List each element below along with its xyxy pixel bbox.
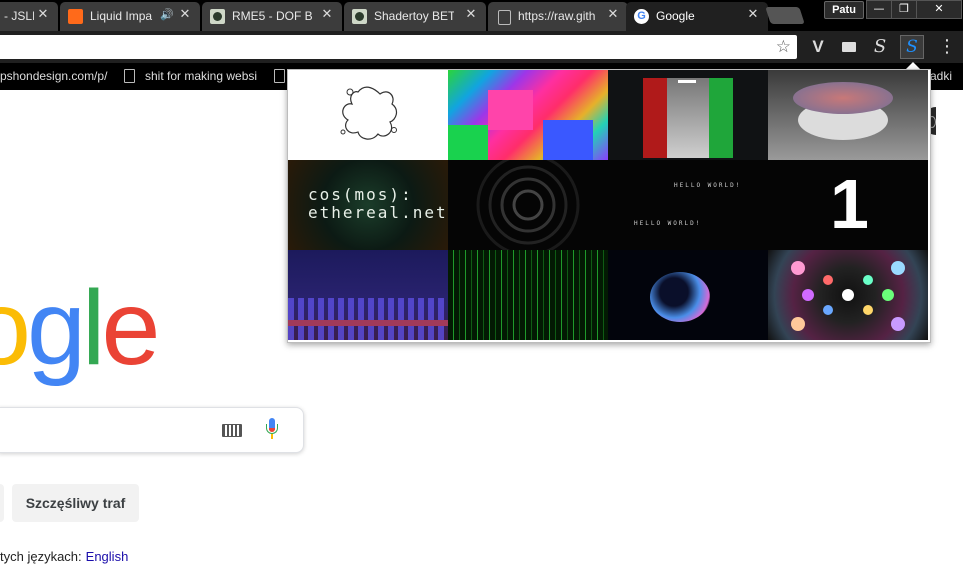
tab-liquid-impact[interactable]: Liquid Impa 🔊 ✕ — [60, 2, 200, 31]
white-blob-art — [340, 86, 398, 140]
close-tab-icon[interactable]: ✕ — [606, 7, 620, 23]
close-tab-icon[interactable]: ✕ — [746, 7, 760, 23]
profile-button[interactable]: Patu — [824, 1, 864, 19]
google-logo: ogle — [0, 269, 160, 387]
logo-letter: l — [81, 269, 105, 387]
tab-title: RME5 - DOF BL — [232, 9, 312, 23]
thumbnail-metallic-sculpture[interactable] — [768, 70, 928, 160]
vivaldi-extension-icon[interactable]: V — [806, 35, 830, 59]
logo-letter: e — [101, 269, 160, 387]
new-tab-button[interactable] — [765, 7, 805, 24]
sculpture-top — [793, 82, 893, 114]
tab-jsli[interactable]: - JSLI ✕ — [0, 2, 58, 31]
tab-title: Shadertoy BETA — [374, 9, 454, 23]
doc-icon — [498, 10, 511, 25]
box-right-wall — [709, 78, 733, 158]
thumbnail-white-blob[interactable] — [288, 70, 448, 160]
thumbnail-city-equalizer[interactable] — [288, 250, 448, 340]
search-button[interactable] — [0, 484, 4, 522]
equalizer-glow — [288, 320, 448, 326]
window-close-button[interactable]: ✕ — [916, 0, 962, 19]
tab-shadertoy[interactable]: Shadertoy BETA ✕ — [344, 2, 486, 31]
minimize-button[interactable]: — — [866, 0, 892, 19]
tab-raw-github[interactable]: https://raw.gith ✕ — [488, 2, 628, 31]
close-tab-icon[interactable]: ✕ — [320, 7, 334, 23]
tab-title: https://raw.gith — [518, 9, 596, 23]
voxel-block — [448, 125, 488, 160]
soundcloud-icon — [68, 9, 83, 24]
s-extension-icon[interactable]: S — [868, 35, 892, 59]
bookmark-item[interactable]: shit for making websi — [145, 69, 257, 84]
microphone-icon[interactable] — [266, 418, 278, 442]
tab-strip: - JSLI ✕ Liquid Impa 🔊 ✕ RME5 - DOF BL ✕… — [0, 0, 963, 31]
doc-icon — [274, 69, 285, 83]
thumbnail-hello-world[interactable]: HELLO WORLD! HELLO WORLD! — [608, 160, 768, 250]
logo-letter: o — [0, 275, 31, 381]
voxel-block — [543, 120, 593, 160]
popup-arrow — [906, 62, 920, 69]
language-offer-text: tych językach: — [0, 549, 82, 564]
menu-icon[interactable]: ⋮ — [938, 35, 956, 59]
tab-title: Liquid Impa — [90, 9, 153, 23]
lucky-button[interactable]: Szczęśliwy traf — [12, 484, 139, 522]
keyboard-icon[interactable] — [222, 424, 242, 437]
glowing-blob-shape — [650, 272, 710, 322]
thumbnail-colorful-voxels[interactable] — [448, 70, 608, 160]
box-left-wall — [643, 78, 667, 158]
close-tab-icon[interactable]: ✕ — [36, 7, 50, 23]
bookmark-star-icon[interactable]: ☆ — [776, 37, 791, 57]
rings-art — [476, 160, 580, 250]
doc-icon — [124, 69, 135, 83]
tab-title: Google — [656, 9, 695, 23]
close-tab-icon[interactable]: ✕ — [178, 7, 192, 23]
language-offer: tych językach: English — [0, 549, 128, 564]
restore-button[interactable]: ❐ — [891, 0, 917, 19]
number-one-text: 1 — [830, 165, 869, 243]
bookmark-item[interactable]: pshondesign.com/p/ — [0, 69, 108, 84]
thumbnail-glowing-blob[interactable] — [608, 250, 768, 340]
tab-title: - JSLI — [4, 9, 34, 23]
hello-world-text: HELLO WORLD! — [674, 182, 742, 189]
shadertoy-eye-icon — [210, 9, 225, 24]
thumbnail-dark-rings[interactable] — [448, 160, 608, 250]
tunnel-dots-art — [791, 261, 905, 331]
cosmos-text: cos(mos): ethereal.net — [308, 185, 448, 222]
tab-google[interactable]: Google ✕ — [626, 2, 768, 31]
thumbnail-matrix-rain[interactable] — [448, 250, 608, 340]
bookmark-overflow-label[interactable]: adki — [930, 69, 952, 84]
voxel-block — [488, 90, 533, 130]
thumbnail-cornell-box[interactable] — [608, 70, 768, 160]
thumbnail-colorful-tunnel[interactable] — [768, 250, 928, 340]
logo-letter: g — [26, 269, 86, 387]
search-input[interactable] — [0, 407, 304, 453]
address-bar[interactable]: ☆ — [0, 35, 797, 59]
audio-icon[interactable]: 🔊 — [160, 7, 174, 23]
thumbnail-number-one[interactable]: 1 — [768, 160, 928, 250]
card-extension-icon[interactable] — [837, 35, 861, 59]
close-tab-icon[interactable]: ✕ — [464, 7, 478, 23]
shadertoy-popup: cos(mos): ethereal.net HELLO WORLD! HELL… — [287, 69, 931, 343]
language-link-english[interactable]: English — [86, 549, 129, 564]
shadertoy-extension-icon[interactable]: S — [900, 35, 924, 59]
card-icon — [842, 42, 856, 52]
equalizer-bars — [288, 298, 448, 340]
thumbnail-cosmos-ethereal[interactable]: cos(mos): ethereal.net — [288, 160, 448, 250]
toolbar: ☆ V S S ⋮ — [0, 31, 963, 63]
tab-rme5[interactable]: RME5 - DOF BL ✕ — [202, 2, 342, 31]
box-light — [678, 80, 696, 83]
hello-world-text: HELLO WORLD! — [634, 220, 702, 227]
google-icon — [634, 9, 649, 24]
shadertoy-eye-icon — [352, 9, 367, 24]
